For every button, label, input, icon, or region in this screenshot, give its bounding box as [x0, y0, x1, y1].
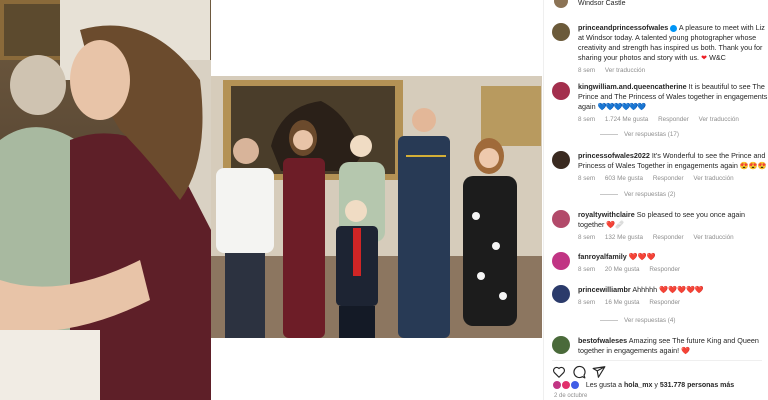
comment-time: 8 sem — [578, 175, 596, 182]
reply-button[interactable]: Responder — [649, 266, 680, 273]
comment-likes[interactable]: 20 Me gusta — [605, 266, 640, 273]
caption-meta: 8 sem Ver traducción — [578, 67, 768, 74]
comment-meta: 8 sem 132 Me gusta Responder Ver traducc… — [578, 234, 768, 241]
reply-button[interactable]: Responder — [653, 175, 684, 182]
comment-username[interactable]: fanroyalfamily — [578, 252, 627, 261]
caption: princeandprincessofwales A pleasure to m… — [552, 23, 768, 74]
comment-icon[interactable] — [572, 365, 586, 379]
reply-button[interactable]: Responder — [653, 234, 684, 241]
caption-username[interactable]: princeandprincessofwales — [578, 23, 668, 32]
heart-emoji: ❤ — [701, 53, 708, 62]
comment-text: kingwilliam.and.queencatherine It is bea… — [578, 82, 768, 112]
comment-item: kingwilliam.and.queencatherine It is bea… — [552, 82, 768, 123]
comment-likes[interactable]: 132 Me gusta — [605, 234, 643, 241]
comment-time: 8 sem — [578, 116, 596, 123]
caption-avatar[interactable] — [552, 23, 570, 41]
heart-icon[interactable] — [552, 365, 566, 379]
comment-emoji: 😍😍😍 — [739, 161, 767, 170]
likes-count[interactable]: 531.778 — [660, 382, 685, 389]
comment-meta: 8 sem 16 Me gusta Responder — [578, 299, 768, 306]
comment-item: royaltywithclaire So pleased to see you … — [552, 210, 768, 241]
post-location[interactable]: Windsor Castle — [578, 0, 625, 7]
comment-username[interactable]: kingwilliam.and.queencatherine — [578, 82, 687, 91]
translate-link[interactable]: Ver traducción — [693, 175, 733, 182]
comment-likes[interactable]: 603 Me gusta — [605, 175, 643, 182]
caption-text: princeandprincessofwales A pleasure to m… — [578, 23, 768, 63]
caption-time: 8 sem — [578, 67, 596, 74]
view-replies-link[interactable]: Ver respuestas (17) — [600, 131, 679, 138]
comment-body: Ahhhhh — [632, 285, 658, 294]
comment-text: princessofwales2022 It's Wonderful to se… — [578, 151, 768, 171]
comment-text: princewilliambr Ahhhhh ❤️❤️❤️❤️❤️ — [578, 285, 768, 295]
comment-username[interactable]: bestofwaleses — [578, 336, 627, 345]
comment-emoji: ❤️🩹 — [606, 220, 625, 229]
liker-avatar — [569, 380, 580, 390]
comment-meta: 8 sem 20 Me gusta Responder — [578, 266, 768, 273]
comment-avatar[interactable] — [552, 336, 570, 354]
reply-button[interactable]: Responder — [649, 299, 680, 306]
comment-item: princewilliambr Ahhhhh ❤️❤️❤️❤️❤️ 8 sem … — [552, 285, 768, 306]
action-bar — [552, 360, 762, 379]
comments-panel: Windsor Castle princeandprincessofwales … — [543, 0, 768, 400]
comment-username[interactable]: princessofwales2022 — [578, 151, 650, 160]
location-avatar[interactable] — [554, 0, 568, 8]
likes-suffix[interactable]: personas más — [687, 382, 734, 389]
comment-text: bestofwaleses Amazing see The future Kin… — [578, 336, 768, 356]
comment-emoji: ❤️ — [681, 346, 691, 355]
hug-photo — [0, 0, 211, 400]
comment-username[interactable]: royaltywithclaire — [578, 210, 635, 219]
comment-likes[interactable]: 16 Me gusta — [605, 299, 640, 306]
hug-photo-illustration — [0, 0, 211, 400]
comment-text: fanroyalfamily ❤️❤️❤️ — [578, 252, 768, 262]
comment-text: royaltywithclaire So pleased to see you … — [578, 210, 768, 230]
verified-badge-icon — [670, 24, 678, 32]
comment-item: bestofwaleses Amazing see The future Kin… — [552, 336, 768, 356]
comment-avatar[interactable] — [552, 151, 570, 169]
comment-emoji: ❤️❤️❤️ — [628, 252, 656, 261]
comment-likes[interactable]: 1.724 Me gusta — [605, 116, 648, 123]
likes-middle: y — [654, 381, 658, 389]
translate-link[interactable]: Ver traducción — [699, 116, 739, 123]
translate-link[interactable]: Ver traducción — [693, 234, 733, 241]
caption-translate-link[interactable]: Ver traducción — [605, 67, 645, 74]
comment-emoji: 💙💙💙💙💙💙 — [597, 102, 647, 111]
comment-meta: 8 sem 603 Me gusta Responder Ver traducc… — [578, 175, 768, 182]
likes-prefix: Les gusta a — [585, 381, 623, 389]
comment-meta: 8 sem 1.724 Me gusta Responder Ver tradu… — [578, 116, 768, 123]
comment-item: princessofwales2022 It's Wonderful to se… — [552, 151, 768, 182]
view-replies-link[interactable]: Ver respuestas (2) — [600, 191, 675, 198]
post-date: 2 de octubre — [554, 393, 588, 399]
comment-emoji: ❤️❤️❤️❤️❤️ — [659, 285, 704, 294]
comment-avatar[interactable] — [552, 82, 570, 100]
comment-time: 8 sem — [578, 234, 596, 241]
caption-signoff: W&C — [709, 53, 726, 62]
comment-avatar[interactable] — [552, 252, 570, 270]
view-replies-link[interactable]: Ver respuestas (4) — [600, 317, 675, 324]
comment-avatar[interactable] — [552, 285, 570, 303]
comment-time: 8 sem — [578, 299, 596, 306]
likes-user[interactable]: hola_mx — [624, 382, 652, 389]
comment-time: 8 sem — [578, 266, 596, 273]
group-photo — [211, 76, 542, 338]
comment-username[interactable]: princewilliambr — [578, 285, 631, 294]
comment-item: fanroyalfamily ❤️❤️❤️ 8 sem 20 Me gusta … — [552, 252, 768, 273]
share-icon[interactable] — [592, 365, 606, 379]
group-photo-illustration — [211, 76, 542, 338]
likes-summary: Les gusta a hola_mx y 531.778 personas m… — [552, 380, 734, 390]
comment-avatar[interactable] — [552, 210, 570, 228]
reply-button[interactable]: Responder — [658, 116, 689, 123]
